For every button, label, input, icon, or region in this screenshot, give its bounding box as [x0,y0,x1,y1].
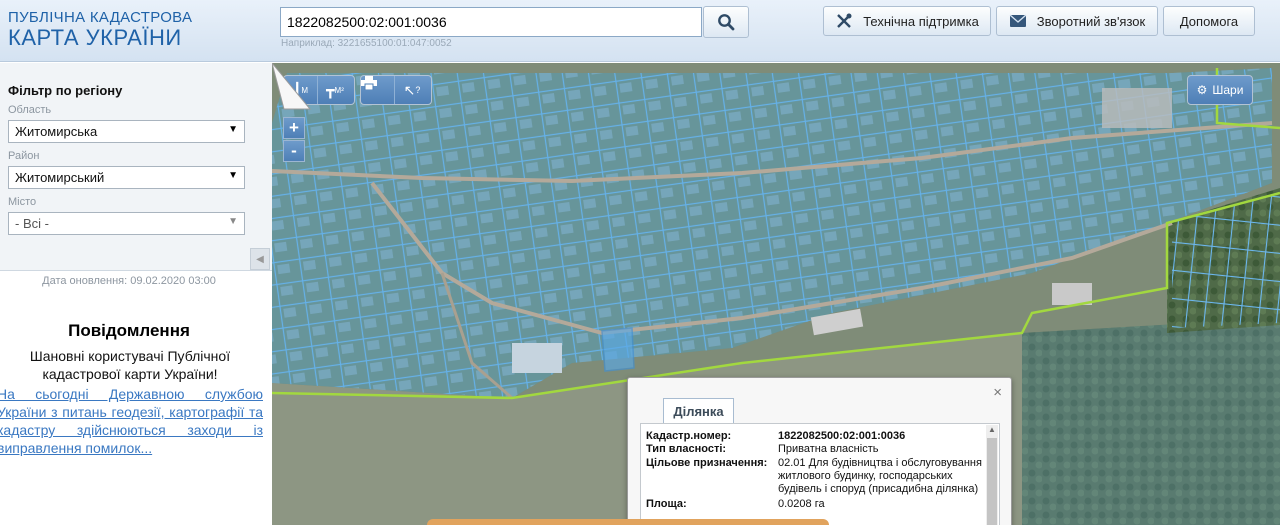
parcel-info-body: Кадастр.номер: 1822082500:02:001:0036 Ти… [640,423,1000,525]
update-date: Дата оновлення: 09.02.2020 03:00 [42,275,216,287]
filter-title: Фільтр по регіону [8,83,123,98]
envelope-icon [1009,14,1027,27]
map-view[interactable]: ┃ М ┳ М² ↖? + - ⚙ Шари × Ділянка Кадастр… [272,63,1280,525]
zoom-in-button[interactable]: + [283,117,305,139]
dropdown-arrow-icon: ▼ [228,124,238,135]
identify-help-label: ? [415,85,421,95]
oblast-label: Область [8,104,52,116]
info-value: 02.01 Для будівництва і обслуговування ж… [778,457,982,495]
region-filter-panel: Фільтр по регіону Область Житомирська ▼ … [0,63,272,271]
popup-scroll-thumb[interactable] [987,438,997,525]
raion-label: Район [8,150,40,162]
cadastral-search-input[interactable] [280,7,702,37]
info-value: Приватна власність [778,443,879,455]
help-button[interactable]: Допомога [1163,6,1255,36]
misto-label: Місто [8,196,37,208]
info-value: 1822082500:02:001:0036 [778,430,906,442]
message-title: Повідомлення [68,321,190,340]
header: ПУБЛІЧНА КАДАСТРОВА КАРТА УКРАЇНИ Наприк… [0,0,1280,62]
search-icon [718,14,735,31]
raion-value: Житомирський [15,170,105,185]
search-button[interactable] [703,6,749,38]
close-icon[interactable]: × [993,384,1002,401]
chevron-left-icon: ◀ [256,253,264,265]
support-label: Технічна підтримка [863,13,979,29]
print-tools: ↖? [360,75,432,105]
parcel-info-popup: × Ділянка Кадастр.номер: 1822082500:02:0… [627,377,1012,525]
layers-button[interactable]: ⚙ Шари [1187,75,1253,105]
popup-pointer [272,63,312,110]
dropdown-arrow-icon: ▼ [228,216,238,227]
info-key: Площа: [646,498,687,510]
gear-icon: ⚙ [1196,83,1208,97]
tab-parcel[interactable]: Ділянка [663,398,734,424]
feedback-label: Зворотний зв'язок [1036,13,1146,29]
dropdown-arrow-icon: ▼ [228,170,238,181]
info-key: Кадастр.номер: [646,430,732,442]
tools-icon [837,13,852,28]
measure-m2-label: М² [334,85,344,95]
pointer-icon: ↖ [403,81,416,98]
scroll-up-icon: ▲ [988,425,996,434]
oblast-select[interactable]: Житомирська ▼ [8,120,245,143]
support-button[interactable]: Технічна підтримка [823,6,991,36]
collapse-sidebar-button[interactable]: ◀ [250,248,270,270]
measure-area-button[interactable]: ┳ М² [318,76,352,104]
misto-value: - Всі - [15,216,49,231]
print-button[interactable] [361,76,395,104]
print-icon [361,76,377,90]
zoom-out-button[interactable]: - [283,140,305,162]
message-link[interactable]: На сьогодні Державною службою України з … [0,385,263,457]
sidebar: Фільтр по регіону Область Житомирська ▼ … [0,63,272,525]
info-key: Тип власності: [646,443,727,455]
misto-select[interactable]: - Всі - ▼ [8,212,245,235]
info-key: Цільове призначення: [646,457,768,469]
logo-line1[interactable]: ПУБЛІЧНА КАДАСТРОВА [8,9,192,26]
area-icon: ┳ [326,81,335,98]
raion-select[interactable]: Житомирський ▼ [8,166,245,189]
help-label: Допомога [1179,13,1239,29]
info-value: 0.0208 га [778,498,825,510]
feedback-button[interactable]: Зворотний зв'язок [996,6,1158,36]
layers-label: Шари [1212,83,1244,97]
bottom-panel-edge [427,519,829,525]
identify-button[interactable]: ↖? [395,76,429,104]
logo-line2[interactable]: КАРТА УКРАЇНИ [8,25,182,51]
message-text: Шановні користувачі Публічної кадастрово… [29,348,231,382]
oblast-value: Житомирська [15,124,98,139]
search-hint: Наприклад: 3221655100:01:047:0052 [281,38,452,49]
